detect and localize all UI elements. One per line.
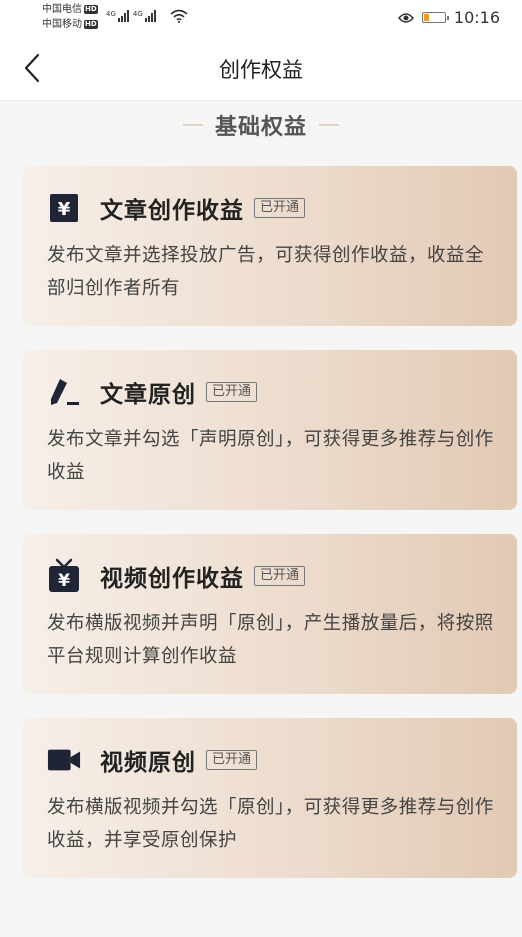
status-badge: 已开通 [206,382,258,402]
benefit-card-article-original[interactable]: 文章原创 已开通 发布文章并勾选「声明原创」，可获得更多推荐与创作收益 [23,350,517,510]
section-heading: 基础权益 [0,108,522,142]
card-description: 发布横版视频并勾选「原创」，可获得更多推荐与创作收益，并享受原创保护 [47,797,494,851]
card-title: 视频原创 [100,750,196,776]
svg-text:¥: ¥ [58,199,71,220]
signal-strength: 4G 4G [106,10,156,22]
card-description: 发布文章并勾选「声明原创」，可获得更多推荐与创作收益 [47,429,494,483]
card-title: 文章创作收益 [100,198,244,224]
status-badge: 已开通 [254,566,306,586]
section-title: 基础权益 [214,115,307,140]
benefit-card-article-revenue[interactable]: ¥ 文章创作收益 已开通 发布文章并选择投放广告，可获得创作收益，收益全部归创作… [23,166,517,326]
card-description: 发布横版视频并声明「原创」，产生播放量后，将按照平台规则计算创作收益 [47,613,494,667]
signal-icon: 4G [106,10,129,22]
app-header: 创作权益 [0,36,522,101]
status-badge: 已开通 [206,750,258,770]
page-title: 创作权益 [219,58,303,82]
card-title: 文章原创 [100,382,196,408]
carrier-info: 中国电信 HD 中国移动 HD [42,2,98,32]
card-description: 发布文章并选择投放广告，可获得创作收益，收益全部归创作者所有 [47,245,485,299]
carrier-1: 中国电信 [42,4,82,15]
divider [319,124,339,126]
pen-icon [47,375,81,409]
status-bar: 中国电信 HD 中国移动 HD 4G 4G 10:16 [0,0,522,36]
eye-icon [397,12,414,23]
status-badge: 已开通 [254,198,306,218]
signal-icon: 4G [133,10,156,22]
benefit-card-video-revenue[interactable]: ¥ 视频创作收益 已开通 发布横版视频并声明「原创」，产生播放量后，将按照平台规… [23,534,517,694]
clock: 10:16 [453,8,500,27]
carrier-2: 中国移动 [42,19,82,30]
yen-icon: ¥ [47,191,81,225]
divider [182,124,203,126]
svg-text:¥: ¥ [58,571,70,591]
video-camera-icon [47,743,81,777]
benefit-card-video-original[interactable]: 视频原创 已开通 发布横版视频并勾选「原创」，可获得更多推荐与创作收益，并享受原… [23,718,517,878]
tv-yen-icon: ¥ [47,558,81,593]
wifi-icon [170,9,188,23]
card-title: 视频创作收益 [100,566,244,592]
battery-icon [421,12,449,23]
hd-badge: HD [84,20,98,29]
hd-badge: HD [84,5,98,14]
